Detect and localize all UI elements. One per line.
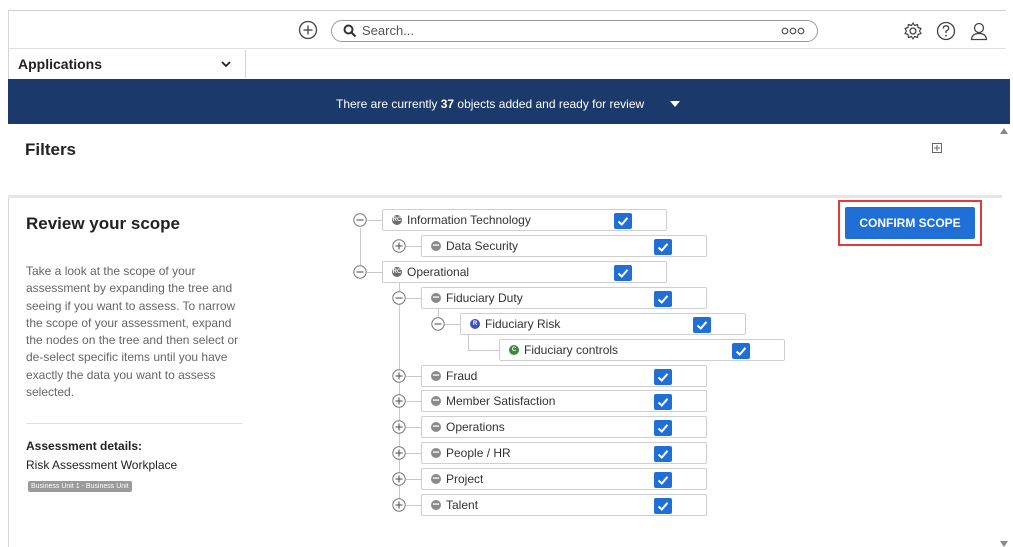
collapse-node-icon[interactable] xyxy=(392,291,406,305)
collapse-node-icon[interactable] xyxy=(353,213,367,227)
expand-node-icon[interactable] xyxy=(392,239,406,253)
tree-node-label: Information Technology xyxy=(407,213,531,227)
add-icon[interactable] xyxy=(298,20,318,40)
node-checkbox[interactable] xyxy=(654,291,672,307)
scroll-down-arrow-icon[interactable] xyxy=(1000,541,1008,547)
tree-connector xyxy=(406,427,421,428)
node-checkbox[interactable] xyxy=(732,343,750,359)
tree-connector xyxy=(468,350,499,351)
node-type-badge: ••• xyxy=(431,422,441,432)
tree-connector xyxy=(406,401,421,402)
filters-panel xyxy=(8,124,1002,198)
chevron-down-icon[interactable] xyxy=(221,61,231,68)
banner-suffix: objects added and ready for review xyxy=(454,97,645,111)
node-type-badge: ••• xyxy=(431,474,441,484)
expand-node-icon[interactable] xyxy=(392,394,406,408)
node-checkbox[interactable] xyxy=(614,213,632,229)
tree-connector xyxy=(406,246,421,247)
node-type-badge: ••• xyxy=(431,241,441,251)
more-dots-icon[interactable] xyxy=(780,26,806,36)
tree-connector xyxy=(406,505,421,506)
tree-connector xyxy=(406,298,421,299)
user-icon[interactable] xyxy=(969,21,989,41)
review-description: Take a look at the scope of your assessm… xyxy=(26,264,239,400)
check-icon xyxy=(657,295,669,304)
node-checkbox[interactable] xyxy=(614,265,632,281)
filters-title: Filters xyxy=(25,140,77,159)
divider xyxy=(26,423,242,424)
applications-dropdown[interactable]: Applications xyxy=(18,56,102,72)
node-type-badge: ••• xyxy=(431,500,441,510)
collapse-node-icon[interactable] xyxy=(431,317,445,331)
collapse-node-icon[interactable] xyxy=(353,265,367,279)
tree-connector xyxy=(406,479,421,480)
tree-node-label: Fraud xyxy=(446,369,478,383)
banner-prefix: There are currently xyxy=(336,97,441,111)
help-icon[interactable] xyxy=(936,21,956,41)
tree-connector xyxy=(367,272,382,273)
tree-node-label: Fiduciary Risk xyxy=(485,317,561,331)
expand-node-icon[interactable] xyxy=(392,420,406,434)
banner-count: 37 xyxy=(440,97,455,111)
tree-node-label: Talent xyxy=(446,498,479,512)
applications-bar xyxy=(8,50,1006,78)
tree-node-label: Member Satisfaction xyxy=(446,394,556,408)
node-checkbox[interactable] xyxy=(654,446,672,462)
check-icon xyxy=(657,424,669,433)
business-unit-badge: Business Unit 1 - Business Unit xyxy=(28,481,132,492)
node-checkbox[interactable] xyxy=(654,369,672,385)
check-icon xyxy=(657,476,669,485)
caret-down-icon[interactable] xyxy=(670,101,680,107)
applications-divider xyxy=(245,50,246,78)
node-type-badge: ••• xyxy=(431,396,441,406)
tree-connector xyxy=(406,376,421,377)
node-type-badge: C xyxy=(509,345,519,355)
check-icon xyxy=(657,502,669,511)
check-icon xyxy=(696,321,708,330)
check-icon xyxy=(657,243,669,252)
node-checkbox[interactable] xyxy=(654,472,672,488)
node-checkbox[interactable] xyxy=(654,498,672,514)
tree-node-label: Data Security xyxy=(446,239,519,253)
node-type-badge: RC xyxy=(392,215,402,225)
assessment-details-label: Assessment details: xyxy=(26,439,143,453)
confirm-scope-button[interactable]: CONFIRM SCOPE xyxy=(845,207,975,239)
node-checkbox[interactable] xyxy=(654,394,672,410)
gear-icon[interactable] xyxy=(903,21,923,41)
check-icon xyxy=(617,269,629,278)
check-icon xyxy=(657,450,669,459)
node-type-badge: ••• xyxy=(431,293,441,303)
scroll-up-arrow-icon[interactable] xyxy=(1000,128,1008,134)
node-type-badge: ••• xyxy=(431,448,441,458)
expand-node-icon[interactable] xyxy=(392,446,406,460)
expand-filters-icon[interactable] xyxy=(932,143,942,153)
expand-node-icon[interactable] xyxy=(392,472,406,486)
expand-node-icon[interactable] xyxy=(392,498,406,512)
tree-node-label: Fiduciary Duty xyxy=(446,291,523,305)
tree-node-label: Project xyxy=(446,472,484,486)
banner-message[interactable]: There are currently 37 objects added and… xyxy=(336,97,644,111)
tree-node-label: People / HR xyxy=(446,446,511,460)
assessment-name: Risk Assessment Workplace xyxy=(26,458,178,472)
node-type-badge: RC xyxy=(392,267,402,277)
tree-connector xyxy=(445,324,460,325)
node-checkbox[interactable] xyxy=(693,317,711,333)
check-icon xyxy=(735,347,747,356)
search-placeholder: Search... xyxy=(362,23,415,38)
tree-node-label: Operational xyxy=(407,265,470,279)
node-type-badge: R xyxy=(470,319,480,329)
node-checkbox[interactable] xyxy=(654,239,672,255)
review-scope-title: Review your scope xyxy=(26,214,181,233)
expand-node-icon[interactable] xyxy=(392,369,406,383)
tree-node-label: Fiduciary controls xyxy=(524,343,619,357)
check-icon xyxy=(617,217,629,226)
check-icon xyxy=(657,373,669,382)
search-icon xyxy=(343,24,357,38)
check-icon xyxy=(657,398,669,407)
node-checkbox[interactable] xyxy=(654,420,672,436)
tree-connector xyxy=(367,220,382,221)
node-type-badge: ••• xyxy=(431,371,441,381)
tree-connector xyxy=(406,453,421,454)
tree-node-label: Operations xyxy=(446,420,505,434)
